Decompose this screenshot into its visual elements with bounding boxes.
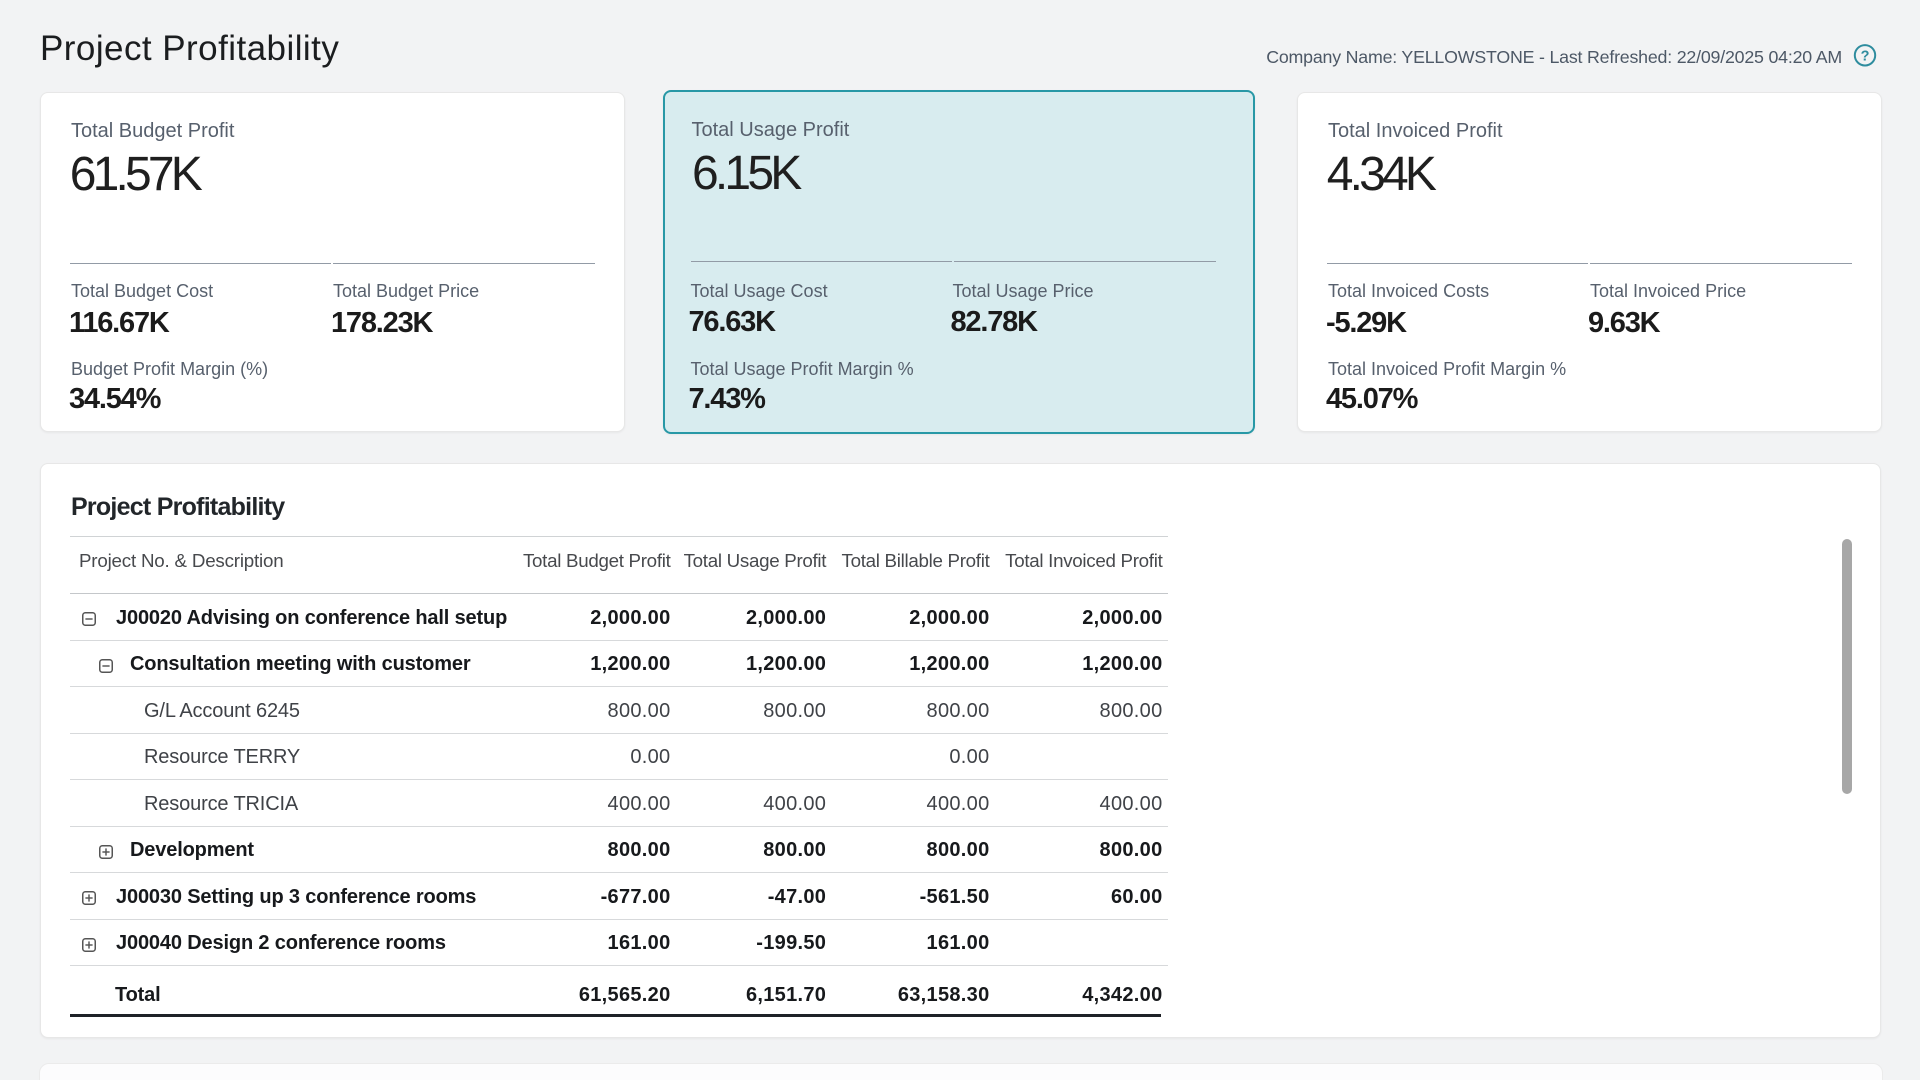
- svg-text:?: ?: [1861, 49, 1870, 65]
